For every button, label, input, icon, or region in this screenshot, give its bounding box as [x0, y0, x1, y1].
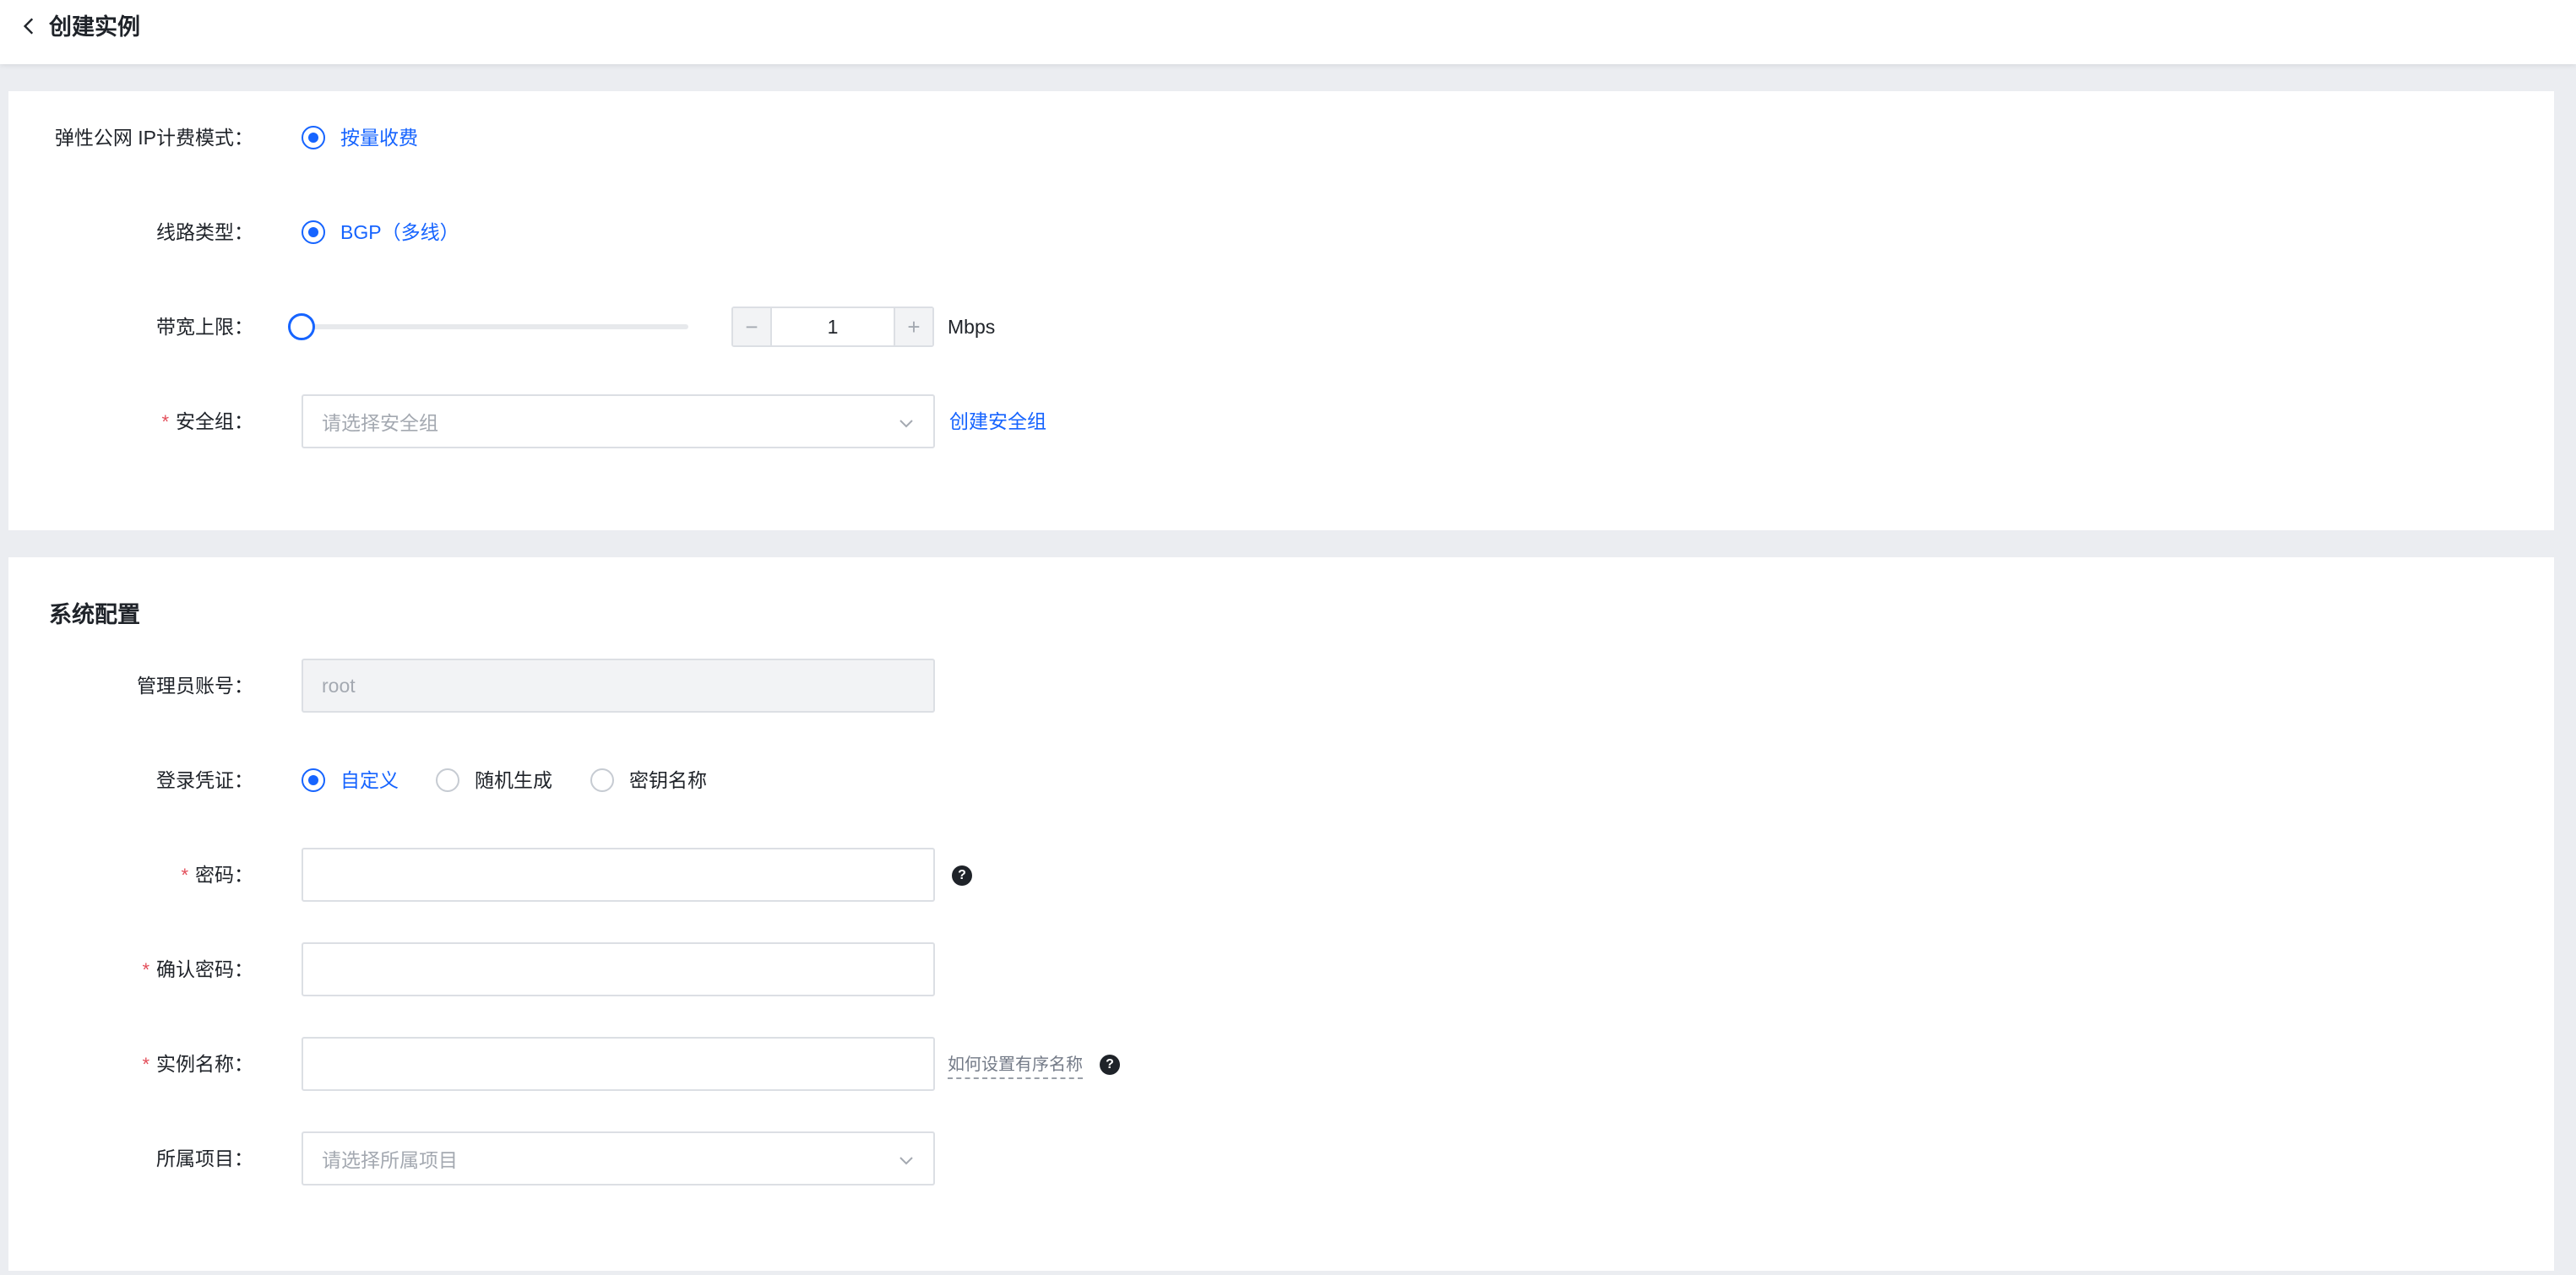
security-group-label-text: 安全组： — [176, 410, 253, 432]
password-label: * 密码： — [0, 861, 253, 889]
stepper-decrease-button[interactable]: − — [733, 308, 772, 345]
bandwidth-slider-handle[interactable] — [288, 313, 315, 340]
select-placeholder: 请选择安全组 — [322, 412, 438, 434]
password-help-icon[interactable]: ? — [952, 865, 972, 886]
chevron-down-icon — [899, 1157, 913, 1165]
ordered-name-help-link[interactable]: 如何设置有序名称 — [948, 1052, 1083, 1079]
confirm-password-input[interactable] — [302, 942, 935, 996]
radio-dot — [302, 768, 325, 792]
required-mark: * — [142, 959, 149, 980]
instance-name-label-text: 实例名称： — [156, 1053, 253, 1075]
select-placeholder: 请选择所属项目 — [322, 1149, 458, 1171]
confirm-password-label: * 确认密码： — [0, 956, 253, 984]
radio-label: BGP（多线） — [340, 221, 459, 243]
bandwidth-label: 带宽上限： — [156, 316, 253, 338]
chevron-down-icon — [899, 420, 913, 428]
required-mark: * — [181, 865, 188, 886]
stepper-increase-button[interactable]: + — [894, 308, 932, 345]
password-label-text: 密码： — [195, 864, 253, 886]
required-mark: * — [161, 411, 169, 432]
network-config-card — [8, 91, 2554, 530]
billing-pay-as-you-go-radio[interactable]: 按量收费 — [302, 124, 418, 151]
radio-label: 随机生成 — [475, 769, 552, 791]
login-custom-radio[interactable]: 自定义 — [302, 767, 399, 794]
instance-name-help-icon[interactable]: ? — [1100, 1055, 1120, 1075]
password-input[interactable] — [302, 848, 935, 902]
login-keypair-radio[interactable]: 密钥名称 — [590, 767, 707, 794]
security-group-select[interactable]: 请选择安全组 — [302, 394, 935, 448]
project-select[interactable]: 请选择所属项目 — [302, 1131, 935, 1185]
required-mark: * — [142, 1054, 149, 1075]
project-label: 所属项目： — [156, 1148, 253, 1169]
radio-dot — [436, 768, 459, 792]
stepper-value[interactable]: 1 — [772, 308, 894, 345]
instance-name-input[interactable] — [302, 1037, 935, 1091]
admin-account-label: 管理员账号： — [137, 675, 253, 697]
back-arrow-icon[interactable] — [19, 15, 41, 37]
create-security-group-link[interactable]: 创建安全组 — [949, 408, 1046, 435]
login-random-radio[interactable]: 随机生成 — [436, 767, 552, 794]
radio-dot — [590, 768, 614, 792]
bandwidth-stepper: − 1 + — [731, 307, 934, 347]
radio-label: 密钥名称 — [629, 769, 707, 791]
radio-label: 按量收费 — [340, 127, 418, 149]
confirm-password-label-text: 确认密码： — [156, 958, 253, 980]
page-header: 创建实例 — [0, 0, 2576, 64]
radio-dot — [302, 220, 325, 244]
login-credential-label: 登录凭证： — [156, 769, 253, 791]
instance-name-label: * 实例名称： — [0, 1050, 253, 1078]
section-title: 系统配置 — [49, 602, 140, 627]
radio-dot — [302, 126, 325, 149]
admin-account-field: root — [302, 659, 935, 713]
bandwidth-slider-track[interactable] — [302, 324, 688, 329]
security-group-label: * 安全组： — [0, 408, 253, 436]
billing-mode-label: 弹性公网 IP计费模式： — [54, 127, 253, 149]
page-title: 创建实例 — [49, 14, 140, 40]
radio-label: 自定义 — [340, 769, 399, 791]
line-type-label: 线路类型： — [156, 221, 253, 243]
line-type-bgp-radio[interactable]: BGP（多线） — [302, 219, 459, 246]
bandwidth-unit: Mbps — [948, 316, 996, 338]
